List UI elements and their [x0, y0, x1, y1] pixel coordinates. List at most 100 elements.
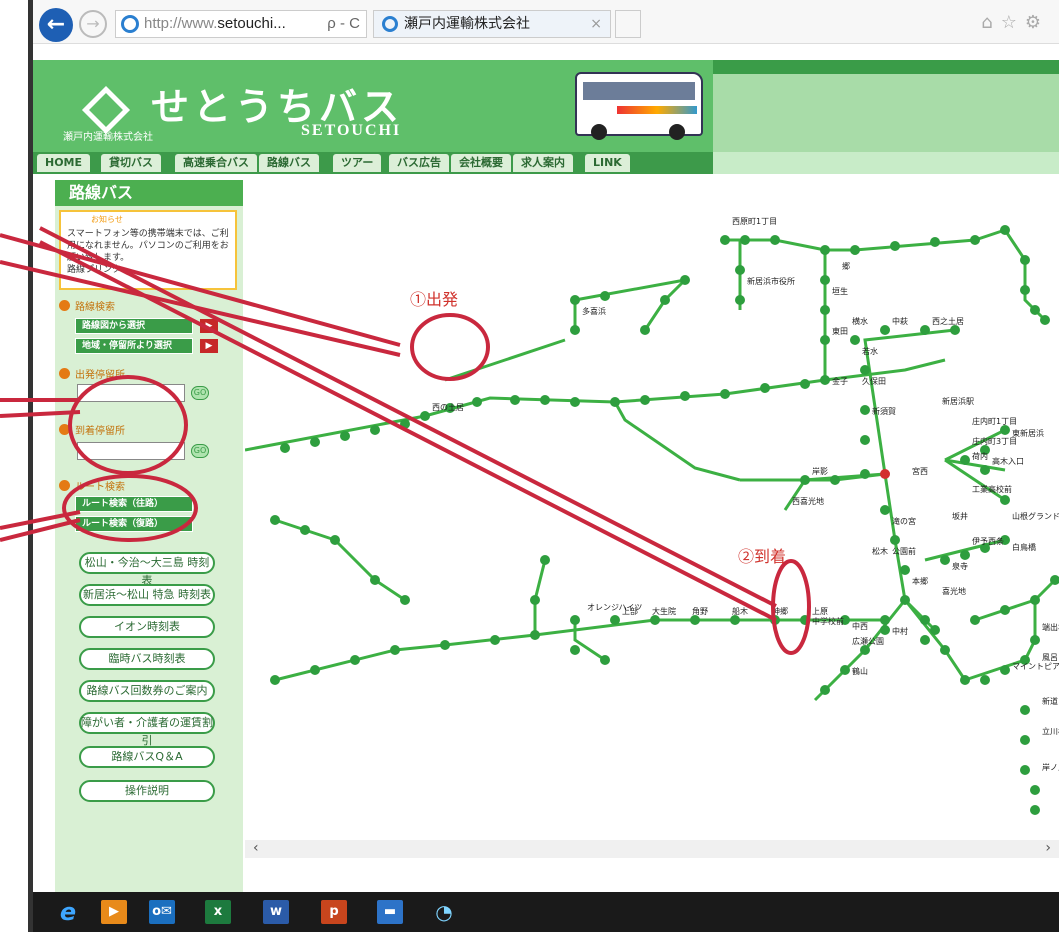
bus-stop[interactable] [310, 437, 320, 447]
bus-stop[interactable] [735, 265, 745, 275]
media-taskbar-icon[interactable]: ▶ [101, 900, 127, 924]
bus-stop[interactable] [680, 391, 690, 401]
bus-stop[interactable] [920, 615, 930, 625]
bus-stop[interactable] [890, 241, 900, 251]
bus-stop[interactable] [1000, 225, 1010, 235]
map-horizontal-scrollbar[interactable]: ‹ › [245, 840, 1059, 858]
bus-stop[interactable] [650, 615, 660, 625]
bus-stop[interactable] [1020, 255, 1030, 265]
bus-stop[interactable] [570, 645, 580, 655]
link-timetable-2[interactable]: 新居浜～松山 特急 時刻表 [79, 584, 215, 606]
bus-stop[interactable] [400, 419, 410, 429]
bus-stop[interactable] [472, 397, 482, 407]
bus-stop[interactable] [640, 395, 650, 405]
departure-input[interactable] [77, 384, 185, 402]
bus-stop[interactable] [1020, 285, 1030, 295]
explorer-taskbar-icon[interactable]: ▬ [377, 900, 403, 924]
link-special-timetable[interactable]: 臨時バス時刻表 [79, 648, 215, 670]
bus-stop[interactable] [760, 383, 770, 393]
bus-stop[interactable] [940, 645, 950, 655]
bus-stop[interactable] [570, 325, 580, 335]
bus-stop[interactable] [920, 325, 930, 335]
bus-stop[interactable] [920, 635, 930, 645]
bus-stop[interactable] [960, 455, 970, 465]
bus-stop[interactable] [840, 665, 850, 675]
new-tab-button[interactable] [615, 10, 641, 38]
browser-tab[interactable]: 瀬戸内運輸株式会社 × [373, 10, 611, 38]
bus-stop[interactable] [310, 665, 320, 675]
bus-stop[interactable] [735, 295, 745, 305]
bus-stop[interactable] [880, 625, 890, 635]
bus-stop[interactable] [740, 235, 750, 245]
browser-toolbar-icons[interactable]: ⌂☆⚙ [981, 12, 1049, 33]
bus-stop[interactable] [820, 275, 830, 285]
notice-link[interactable]: 路線プリンタ [67, 265, 121, 275]
bus-stop[interactable] [860, 645, 870, 655]
bus-stop[interactable] [720, 389, 730, 399]
bus-stop[interactable] [370, 425, 380, 435]
bus-stop[interactable] [900, 565, 910, 575]
excel-taskbar-icon[interactable]: x [205, 900, 231, 924]
bus-stop[interactable] [820, 305, 830, 315]
bus-stop[interactable] [1000, 665, 1010, 675]
bus-stop[interactable] [510, 395, 520, 405]
bus-stop[interactable] [1030, 305, 1040, 315]
back-button[interactable]: ← [39, 8, 73, 42]
bus-stop[interactable] [940, 555, 950, 565]
tab-close-icon[interactable]: × [590, 11, 602, 37]
nav-company[interactable]: 会社概要 [451, 154, 511, 172]
url-input[interactable]: http://www.setouchi... ρ - C [115, 10, 367, 38]
scroll-right-icon[interactable]: › [1045, 840, 1051, 856]
route-search-return-button[interactable]: ルート検索（復路） [75, 516, 193, 532]
nav-link[interactable]: LINK [585, 154, 630, 172]
nav-bus-ad[interactable]: バス広告 [389, 154, 449, 172]
bus-stop[interactable] [930, 237, 940, 247]
bus-stop[interactable] [820, 335, 830, 345]
nav-tour[interactable]: ツアー [333, 154, 382, 172]
bus-stop[interactable] [970, 615, 980, 625]
bus-stop[interactable] [540, 395, 550, 405]
bus-stop[interactable] [960, 675, 970, 685]
bus-stop[interactable] [330, 535, 340, 545]
bus-stop[interactable] [420, 411, 430, 421]
bus-stop[interactable] [660, 295, 670, 305]
link-faq[interactable]: 路線バスQ＆A [79, 746, 215, 768]
bus-stop[interactable] [530, 595, 540, 605]
bus-stop[interactable] [950, 325, 960, 335]
bus-stop[interactable] [570, 615, 580, 625]
bus-stop[interactable] [960, 550, 970, 560]
bus-stop[interactable] [690, 615, 700, 625]
link-timetable-1[interactable]: 松山・今治～大三島 時刻表 [79, 552, 215, 587]
bus-stop[interactable] [270, 675, 280, 685]
ie-taskbar-icon[interactable]: e [55, 900, 81, 924]
bus-stop[interactable] [1030, 595, 1040, 605]
bus-stop[interactable] [490, 635, 500, 645]
bus-stop[interactable] [880, 469, 890, 479]
bus-stop[interactable] [390, 645, 400, 655]
app-taskbar-icon[interactable]: ◔ [431, 900, 457, 924]
bus-stop[interactable] [570, 397, 580, 407]
bus-stop[interactable] [770, 235, 780, 245]
bus-stop[interactable] [1000, 425, 1010, 435]
route-search-outbound-button[interactable]: ルート検索（往路） [75, 496, 193, 512]
link-coupon[interactable]: 路線バス回数券のご案内 [79, 680, 215, 702]
bus-stop[interactable] [850, 335, 860, 345]
nav-express[interactable]: 高速乗合バス [175, 154, 257, 172]
bus-stop[interactable] [860, 405, 870, 415]
bus-stop[interactable] [600, 291, 610, 301]
powerpoint-taskbar-icon[interactable]: p [321, 900, 347, 924]
bus-stop[interactable] [820, 375, 830, 385]
bus-stop[interactable] [880, 615, 890, 625]
bus-stop[interactable] [800, 475, 810, 485]
bus-stop[interactable] [880, 505, 890, 515]
bus-stop[interactable] [820, 685, 830, 695]
bus-stop[interactable] [370, 575, 380, 585]
bus-stop[interactable] [340, 431, 350, 441]
bus-stop[interactable] [640, 325, 650, 335]
word-taskbar-icon[interactable]: w [263, 900, 289, 924]
bus-stop[interactable] [1000, 495, 1010, 505]
bus-stop[interactable] [800, 379, 810, 389]
bus-stop[interactable] [930, 625, 940, 635]
bus-stop[interactable] [1020, 735, 1030, 745]
arrival-input[interactable] [77, 442, 185, 460]
